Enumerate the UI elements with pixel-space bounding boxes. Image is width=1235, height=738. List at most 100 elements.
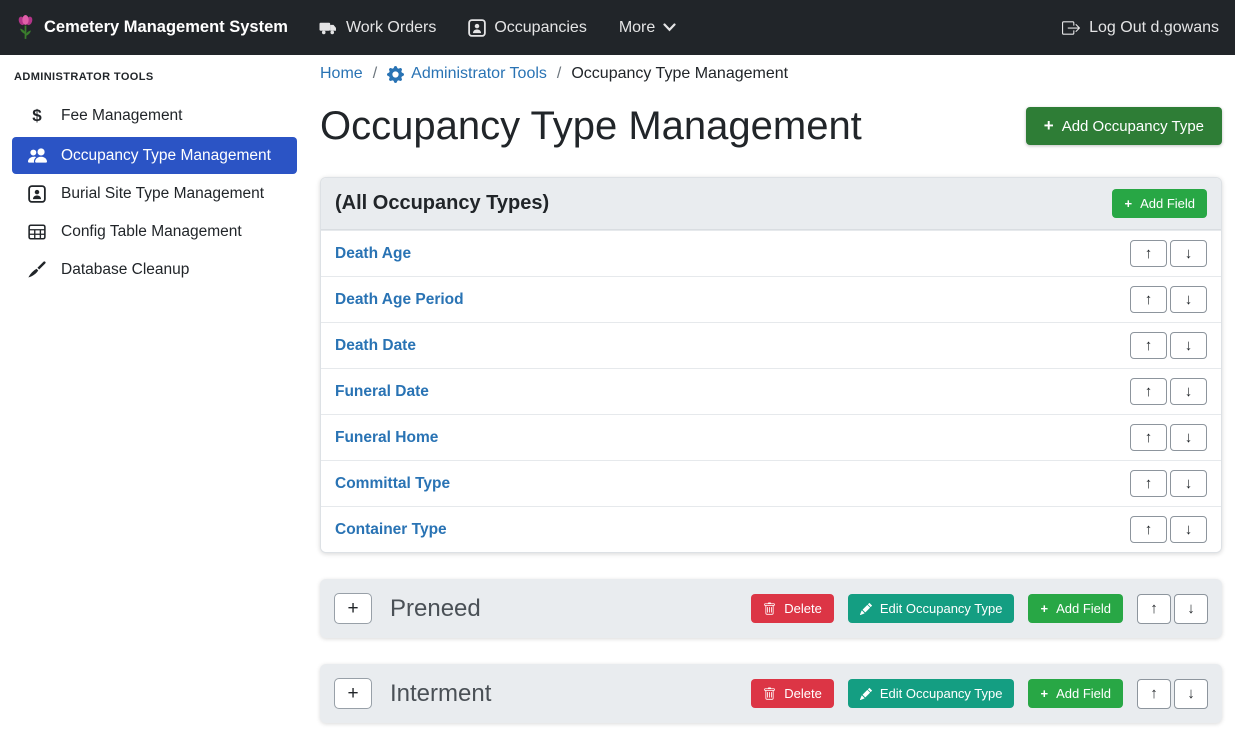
move-up-button[interactable]: ↑ xyxy=(1130,378,1167,405)
add-field-label: Add Field xyxy=(1140,196,1195,211)
field-link[interactable]: Funeral Date xyxy=(335,383,429,401)
plus-icon: + xyxy=(1124,196,1132,211)
pencil-icon xyxy=(860,603,872,615)
logout-label: Log Out d.gowans xyxy=(1089,19,1219,37)
move-up-button[interactable]: ↑ xyxy=(1130,332,1167,359)
plus-icon: + xyxy=(1044,116,1054,136)
sidebar-heading: Administrator Tools xyxy=(0,59,305,95)
sidebar-item-config-table-management[interactable]: Config Table Management xyxy=(12,214,297,250)
flower-logo-icon xyxy=(16,14,35,41)
trash-icon xyxy=(763,602,776,616)
all-occupancy-types-card: (All Occupancy Types) + Add Field Death … xyxy=(320,177,1222,553)
move-up-button[interactable]: ↑ xyxy=(1130,240,1167,267)
breadcrumb-admin-tools[interactable]: Administrator Tools xyxy=(387,65,547,83)
breadcrumb-separator: / xyxy=(373,65,377,83)
frame-person-icon xyxy=(26,185,48,203)
section-bar-preneed: + Preneed Delete Edit Occupancy Typ xyxy=(320,579,1222,638)
table-icon xyxy=(26,223,48,241)
sidebar-item-label: Config Table Management xyxy=(61,223,242,241)
sidebar-item-label: Occupancy Type Management xyxy=(61,147,271,165)
chevron-down-icon xyxy=(663,23,676,32)
move-up-button[interactable]: ↑ xyxy=(1137,679,1171,709)
move-up-button[interactable]: ↑ xyxy=(1130,516,1167,543)
field-link[interactable]: Committal Type xyxy=(335,475,450,493)
page-title: Occupancy Type Management xyxy=(320,101,862,151)
nav-occupancies[interactable]: Occupancies xyxy=(468,19,587,37)
add-field-button[interactable]: + Add Field xyxy=(1112,189,1207,218)
gear-icon xyxy=(387,66,404,83)
move-down-button[interactable]: ↓ xyxy=(1170,470,1207,497)
sidebar-item-label: Burial Site Type Management xyxy=(61,185,264,203)
section-title: Interment xyxy=(390,680,491,708)
plus-icon: + xyxy=(1040,686,1048,701)
field-row: Funeral Date ↑ ↓ xyxy=(321,368,1221,414)
add-field-button[interactable]: + Add Field xyxy=(1028,679,1123,708)
breadcrumb-home[interactable]: Home xyxy=(320,65,363,83)
expand-button[interactable]: + xyxy=(334,678,372,709)
move-up-button[interactable]: ↑ xyxy=(1130,286,1167,313)
field-row: Death Age Period ↑ ↓ xyxy=(321,276,1221,322)
top-navbar: Cemetery Management System Work Orders xyxy=(0,0,1235,55)
add-occupancy-type-button[interactable]: + Add Occupancy Type xyxy=(1026,107,1222,145)
section-bar-interment: + Interment Delete Edit Occupancy T xyxy=(320,664,1222,723)
logout-button[interactable]: Log Out d.gowans xyxy=(1062,19,1219,37)
move-up-button[interactable]: ↑ xyxy=(1130,424,1167,451)
sidebar-item-burial-site-type-management[interactable]: Burial Site Type Management xyxy=(12,176,297,212)
add-field-label: Add Field xyxy=(1056,601,1111,616)
sidebar-item-occupancy-type-management[interactable]: Occupancy Type Management xyxy=(12,137,297,174)
move-down-button[interactable]: ↓ xyxy=(1174,594,1208,624)
trash-icon xyxy=(763,687,776,701)
move-down-button[interactable]: ↓ xyxy=(1170,286,1207,313)
move-down-button[interactable]: ↓ xyxy=(1174,679,1208,709)
field-row: Committal Type ↑ ↓ xyxy=(321,460,1221,506)
field-row: Container Type ↑ ↓ xyxy=(321,506,1221,552)
sidebar-item-database-cleanup[interactable]: Database Cleanup xyxy=(12,252,297,288)
field-row: Funeral Home ↑ ↓ xyxy=(321,414,1221,460)
delete-label: Delete xyxy=(784,686,822,701)
field-link[interactable]: Death Date xyxy=(335,337,416,355)
edit-occupancy-type-label: Edit Occupancy Type xyxy=(880,686,1003,701)
move-down-button[interactable]: ↓ xyxy=(1170,516,1207,543)
breadcrumb: Home / Administrator Tools / Occupancy T… xyxy=(320,65,1222,83)
brand-label: Cemetery Management System xyxy=(44,18,288,37)
move-down-button[interactable]: ↓ xyxy=(1170,240,1207,267)
field-link[interactable]: Death Age xyxy=(335,245,411,263)
field-link[interactable]: Death Age Period xyxy=(335,291,464,309)
section-title: Preneed xyxy=(390,595,481,623)
card-header: (All Occupancy Types) + Add Field xyxy=(321,178,1221,230)
plus-icon: + xyxy=(1040,601,1048,616)
field-link[interactable]: Container Type xyxy=(335,521,447,539)
delete-button[interactable]: Delete xyxy=(751,679,834,708)
move-up-button[interactable]: ↑ xyxy=(1130,470,1167,497)
add-field-button[interactable]: + Add Field xyxy=(1028,594,1123,623)
add-occupancy-type-label: Add Occupancy Type xyxy=(1062,118,1204,135)
app-brand[interactable]: Cemetery Management System xyxy=(16,14,288,41)
nav-more[interactable]: More xyxy=(619,19,676,37)
dollar-icon: $ xyxy=(26,106,48,126)
nav-occupancies-label: Occupancies xyxy=(494,19,587,37)
truck-icon xyxy=(318,19,338,36)
sidebar-item-label: Fee Management xyxy=(61,107,183,125)
sidebar-item-fee-management[interactable]: $ Fee Management xyxy=(12,97,297,135)
people-icon xyxy=(26,146,48,165)
move-up-button[interactable]: ↑ xyxy=(1137,594,1171,624)
breadcrumb-current: Occupancy Type Management xyxy=(571,65,788,83)
nav-work-orders-label: Work Orders xyxy=(346,19,436,37)
card-title: (All Occupancy Types) xyxy=(335,192,549,215)
move-down-button[interactable]: ↓ xyxy=(1170,424,1207,451)
expand-button[interactable]: + xyxy=(334,593,372,624)
nav-more-label: More xyxy=(619,19,655,37)
edit-occupancy-type-button[interactable]: Edit Occupancy Type xyxy=(848,594,1015,623)
breadcrumb-admin-tools-label: Administrator Tools xyxy=(411,65,547,83)
sidebar-item-label: Database Cleanup xyxy=(61,261,189,279)
move-down-button[interactable]: ↓ xyxy=(1170,332,1207,359)
field-row: Death Age ↑ ↓ xyxy=(321,230,1221,276)
move-down-button[interactable]: ↓ xyxy=(1170,378,1207,405)
field-link[interactable]: Funeral Home xyxy=(335,429,438,447)
edit-occupancy-type-button[interactable]: Edit Occupancy Type xyxy=(848,679,1015,708)
nav-work-orders[interactable]: Work Orders xyxy=(318,19,436,37)
edit-occupancy-type-label: Edit Occupancy Type xyxy=(880,601,1003,616)
person-frame-icon xyxy=(468,19,486,37)
field-row: Death Date ↑ ↓ xyxy=(321,322,1221,368)
delete-button[interactable]: Delete xyxy=(751,594,834,623)
